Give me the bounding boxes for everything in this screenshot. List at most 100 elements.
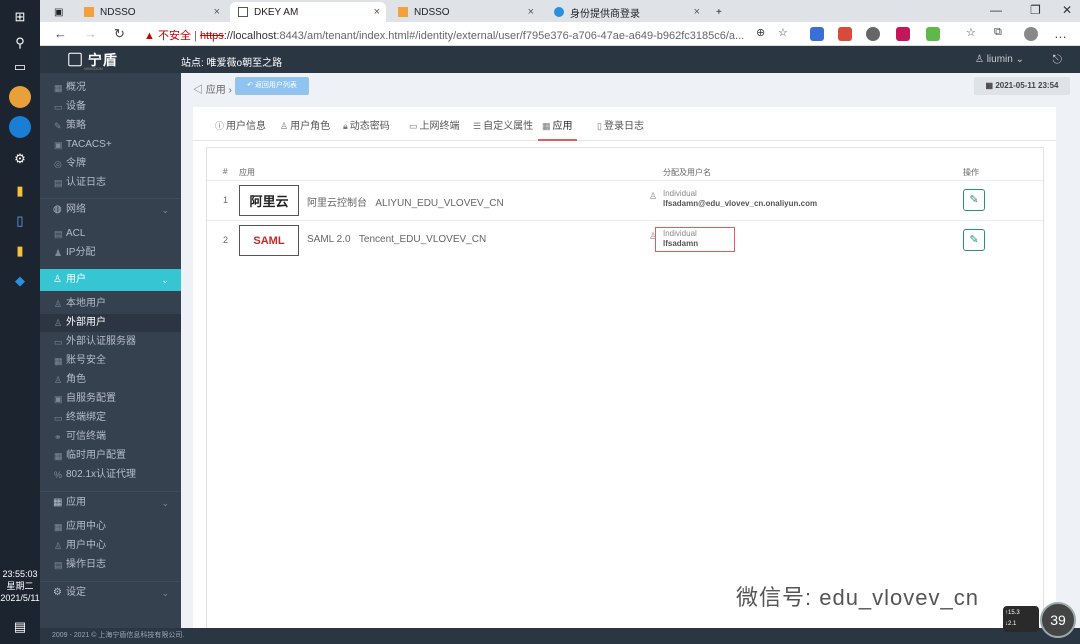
sidebar-item-token[interactable]: ◎ 令牌 [40,155,181,173]
back-icon: ↶ [247,82,253,89]
settings-gear-icon[interactable]: ⚙ [9,148,31,170]
zoom-icon[interactable]: ⊕ [756,26,765,39]
browser-tab-2[interactable]: DKEY AM × [230,2,386,22]
close-icon[interactable]: × [694,6,700,18]
cloud-favicon-icon [554,7,564,17]
security-icon: ▦ [54,356,63,366]
sidebar-group-network[interactable]: ◍ 网络 ⌄ [40,198,181,220]
user-menu[interactable]: ♙ liumin ⌄ [975,54,1024,65]
chevron-down-icon: ⌄ [161,275,169,285]
back-to-user-list-button[interactable]: ↶ 返回用户列表 [235,77,309,95]
sidebar-item-8021x[interactable]: % 802.1x认证代理 [40,466,181,484]
favorite-star-icon[interactable]: ☆ [778,26,788,39]
search-icon[interactable]: ⚲ [9,32,31,54]
user-icon: ♙ [280,121,289,131]
extension-icon[interactable] [896,27,910,41]
close-icon[interactable]: × [528,6,534,18]
back-arrow-icon[interactable]: ← [54,26,67,41]
tab-user-roles[interactable]: ♙ 用户角色 [280,117,330,141]
extension-gauge-icon[interactable] [866,27,880,41]
document-icon[interactable]: ▯ [9,210,31,232]
extension-icon[interactable] [926,27,940,41]
edit-button[interactable]: ✎ [963,229,985,251]
server-icon: ▭ [54,337,63,347]
browser-tab-1[interactable]: NDSSO × [76,2,226,22]
sidebar-item-overview[interactable]: ▦ 概况 [40,79,181,97]
edit-icon: ✎ [969,194,979,206]
edge-icon[interactable] [9,116,31,138]
sidebar-item-self-service[interactable]: ▣ 自服务配置 [40,390,181,408]
sidebar-item-user-center[interactable]: ♙ 用户中心 [40,537,181,555]
minimize-icon[interactable]: — [990,3,1002,17]
tab-network-terminal[interactable]: ▭ 上网终端 [409,117,460,141]
tab-title: NDSSO [100,6,136,18]
sidebar-item-acl[interactable]: ▤ ACL [40,225,181,243]
extension-cloud-icon[interactable] [838,27,852,41]
tab-custom-attributes[interactable]: ☰ 自定义属性 [473,117,533,141]
tab-login-log[interactable]: ▯ 登录日志 [597,117,644,141]
task-view-icon[interactable]: ▭ [9,56,31,78]
sidebar-item-ip[interactable]: ♟ IP分配 [40,244,181,262]
more-menu-icon[interactable]: … [1054,26,1067,41]
security-warning: 不安全 [157,30,191,42]
tab-actions-icon[interactable]: ▣ [46,2,68,22]
url-scheme: https [199,30,224,42]
tab-dynamic-password[interactable]: 🔒︎ 动态密码 [343,117,390,141]
sidebar-item-operation-log[interactable]: ▤ 操作日志 [40,556,181,574]
breadcrumb[interactable]: ◁ 应用 › [193,81,232,96]
user-detail-panel: ⓘ 用户信息 ♙ 用户角色 🔒︎ 动态密码 ▭ 上网终端 ☰ 自定义属性 ▦ 应用 ▯ 登录日… [193,107,1056,628]
restore-icon[interactable]: ❐ [1030,3,1041,17]
browser-tab-4[interactable]: 身份提供商登录 × [546,2,706,22]
close-icon[interactable]: × [214,6,220,18]
sidebar-item-local-users[interactable]: ♙ 本地用户 [40,295,181,313]
chrome-icon[interactable] [9,86,31,108]
sidebar-item-terminal-binding[interactable]: ▭ 终端绑定 [40,409,181,427]
vscode-icon[interactable]: ◆ [9,270,31,292]
sidebar-item-account-security[interactable]: ▦ 账号安全 [40,352,181,370]
browser-tab-3[interactable]: NDSSO × [390,2,540,22]
folder-icon[interactable]: ▮ [9,180,31,202]
tab-user-info[interactable]: ⓘ 用户信息 [215,117,266,141]
row-index: 1 [223,195,229,205]
reload-icon[interactable]: ↻ [114,26,125,42]
forward-arrow-icon[interactable]: → [84,26,97,41]
assignment-username: lfsadamn@edu_vlovev_cn.onaliyun.com [663,199,818,208]
notification-icon[interactable]: ▤ [9,616,31,638]
extension-new-icon[interactable] [810,27,824,41]
sidebar-item-temp-user[interactable]: ▦ 临时用户配置 [40,447,181,465]
sidebar-item-ext-auth-server[interactable]: ▭ 外部认证服务器 [40,333,181,351]
self-service-icon: ▣ [54,394,63,404]
sidebar-group-settings[interactable]: ⚙ 设定 ⌄ [40,581,181,603]
windows-start-icon[interactable]: ⊞ [9,6,31,28]
new-tab-button[interactable]: + [708,2,730,22]
windows-taskbar: ⊞ ⚲ ▭ ⚙ ▮ ▯ ▮ ◆ 23:55:03 星期二 2021/5/11 ▤ [0,0,40,644]
favorites-icon[interactable]: ☆ [966,26,976,39]
collections-icon[interactable]: ⧉ [994,26,1002,39]
temp-user-icon: ▦ [54,451,63,461]
table-row: 2 SAML SAML 2.0 Tencent_EDU_VLOVEV_CN ♙ … [207,220,1043,260]
sidebar-item-devices[interactable]: ▭ 设备 [40,98,181,116]
profile-avatar-icon[interactable] [1024,27,1038,41]
edit-button[interactable]: ✎ [963,189,985,211]
folder-icon[interactable]: ▮ [9,240,31,262]
sidebar-item-app-center[interactable]: ▦ 应用中心 [40,518,181,536]
close-icon[interactable]: × [374,6,380,18]
close-window-icon[interactable]: ✕ [1062,3,1072,17]
sidebar-item-external-users[interactable]: ♙ 外部用户 [40,314,181,332]
sidebar-item-policy[interactable]: ✎ 策略 [40,117,181,135]
sidebar-item-roles[interactable]: ♙ 角色 [40,371,181,389]
system-clock[interactable]: 23:55:03 星期二 2021/5/11 [0,568,40,604]
logout-icon[interactable]: ⎋ [1053,52,1063,67]
cpu-usage-indicator[interactable]: 39 [1040,602,1076,638]
clock-date: 2021/5/11 [0,593,40,603]
log-icon: ▤ [54,560,63,570]
sidebar-item-tacacs[interactable]: ▣ TACACS+ [40,136,181,154]
user-icon: ♙ [54,299,63,309]
sidebar-group-user[interactable]: ♙ 用户 ⌄ [40,269,181,291]
sidebar-item-auth-log[interactable]: ▤ 认证日志 [40,174,181,192]
tab-apps[interactable]: ▦ 应用 [538,117,577,141]
sidebar-item-trusted-terminal[interactable]: ⚭ 可信终端 [40,428,181,446]
url-field[interactable]: ▲ 不安全 | https://localhost:8443/am/tenant… [144,27,744,43]
chevron-down-icon: ⌄ [1015,54,1024,65]
sidebar-group-app[interactable]: ▦ 应用 ⌄ [40,491,181,513]
